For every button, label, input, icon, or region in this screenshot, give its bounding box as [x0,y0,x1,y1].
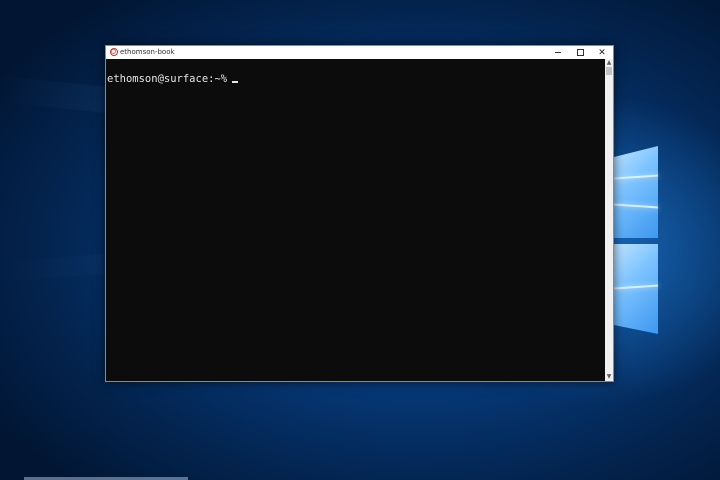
shell-prompt: ethomson@surface:~% [107,73,228,85]
terminal-window[interactable]: ethomson-book ✕ ethomson@surface:~% ▲ ▼ [105,45,614,382]
maximize-button[interactable] [569,46,591,59]
scroll-thumb[interactable] [606,67,612,75]
text-cursor [232,81,239,83]
windows-logo-pane [614,146,658,238]
maximize-icon [576,49,584,56]
window-title: ethomson-book [120,48,175,56]
vertical-scrollbar[interactable]: ▲ ▼ [605,59,613,381]
minimize-icon [555,52,561,53]
minimize-button[interactable] [547,46,569,59]
title-bar[interactable]: ethomson-book ✕ [106,46,613,59]
scroll-up-button[interactable]: ▲ [605,59,613,67]
prompt-line: ethomson@surface:~% [107,72,239,86]
debian-swirl-icon [110,48,118,56]
close-button[interactable]: ✕ [591,46,613,59]
terminal-area[interactable]: ethomson@surface:~% [106,59,605,381]
scroll-down-button[interactable]: ▼ [605,373,613,381]
desktop-wallpaper: ethomson-book ✕ ethomson@surface:~% ▲ ▼ [0,0,720,480]
